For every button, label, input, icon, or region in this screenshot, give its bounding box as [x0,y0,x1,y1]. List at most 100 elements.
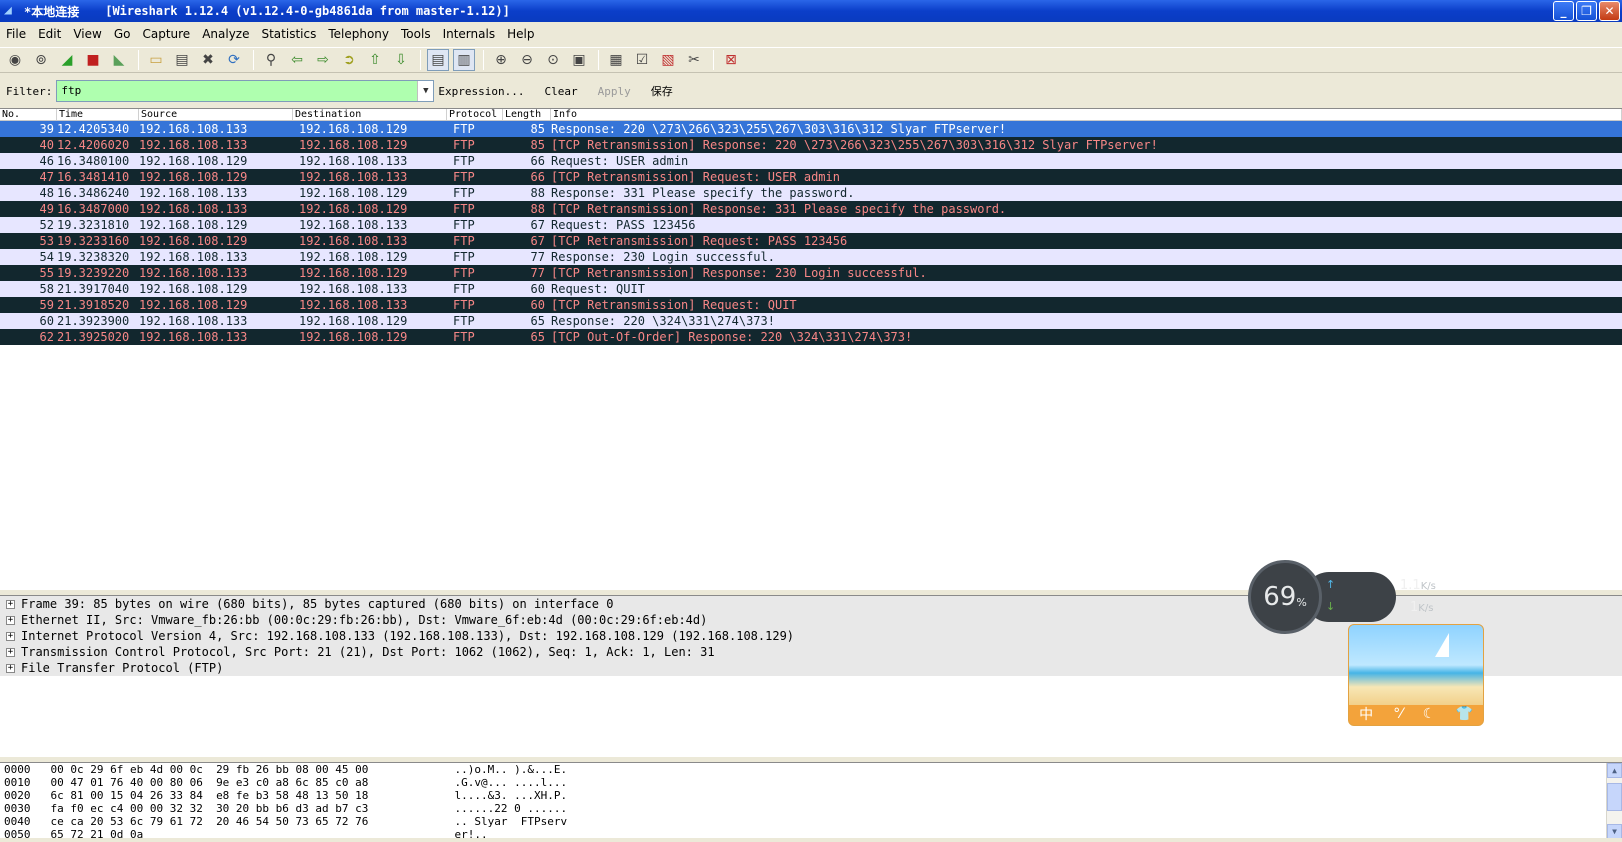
interfaces-icon[interactable]: ◉ [4,49,26,71]
scroll-up-icon[interactable]: ▲ [1607,763,1622,778]
close-file-icon[interactable]: ✖ [197,49,219,71]
open-file-icon[interactable]: ▭ [145,49,167,71]
packet-bytes-pane[interactable]: 0000 00 0c 29 6f eb 4d 00 0c 29 fb 26 bb … [0,762,1622,838]
scroll-thumb[interactable] [1607,783,1622,811]
packet-source: 192.168.108.133 [139,202,248,216]
restore-button[interactable]: ❐ [1576,1,1597,21]
coloring-rules-icon[interactable]: ▧ [657,49,679,71]
colorize-icon[interactable]: ▤ [427,49,449,71]
column-header-info[interactable]: Info [551,109,1622,120]
menu-tools[interactable]: Tools [395,27,437,41]
packet-row[interactable]: 55 19.3239220 192.168.108.133 192.168.108.1… [0,265,1622,281]
chevron-down-icon[interactable]: ▼ [417,81,434,101]
preferences-icon[interactable]: ✂ [683,49,705,71]
save-file-icon[interactable]: ▤ [171,49,193,71]
packet-destination: 192.168.108.129 [299,330,408,344]
packet-row[interactable]: 62 21.3925020 192.168.108.133 192.168.108.1… [0,329,1622,345]
packet-length: 65 [530,314,545,328]
packet-row[interactable]: 60 21.3923900 192.168.108.133 192.168.108.1… [0,313,1622,329]
close-button[interactable]: ✕ [1599,1,1620,21]
packet-row[interactable]: 40 12.4206020 192.168.108.133 192.168.108.1… [0,137,1622,153]
menu-statistics[interactable]: Statistics [255,27,322,41]
expand-icon[interactable]: + [6,615,15,625]
ime-language-icon[interactable]: 中 [1359,704,1373,724]
restart-capture-icon[interactable]: ◣ [108,49,130,71]
zoom-in-icon[interactable]: ⊕ [490,49,512,71]
go-back-icon[interactable]: ⇦ [286,49,308,71]
reload-icon[interactable]: ⟳ [223,49,245,71]
expand-icon[interactable]: + [6,663,15,673]
go-forward-icon[interactable]: ⇨ [312,49,334,71]
menu-file[interactable]: File [0,27,32,41]
zoom-normal-icon[interactable]: ⊙ [542,49,564,71]
save-filter-button[interactable]: 保存 [651,83,673,99]
go-first-icon[interactable]: ⇧ [364,49,386,71]
scroll-down-icon[interactable]: ▼ [1607,824,1622,838]
display-filter-input[interactable]: ftp ▼ [56,80,435,102]
go-last-icon[interactable]: ⇩ [390,49,412,71]
network-monitor-widget[interactable]: ↑ 1.1K/s ↓ 1K/s 69% [1248,560,1436,634]
byte-rows: 0000 00 0c 29 6f eb 4d 00 0c 29 fb 26 bb … [0,763,1622,838]
column-header-time[interactable]: Time [57,109,139,120]
hex-row[interactable]: 0000 00 0c 29 6f eb 4d 00 0c 29 fb 26 bb … [0,763,1622,776]
clear-button[interactable]: Clear [544,85,577,98]
resize-columns-icon[interactable]: ▣ [568,49,590,71]
packet-row[interactable]: 39 12.4205340 192.168.108.133 192.168.108.1… [0,121,1622,137]
ime-punct-icon[interactable]: °⁄ [1393,706,1402,722]
packet-time: 12.4206020 [57,138,130,152]
menu-edit[interactable]: Edit [32,27,67,41]
apply-button[interactable]: Apply [598,85,631,98]
find-packet-icon[interactable]: ⚲ [260,49,282,71]
capture-options-icon[interactable]: ⊚ [30,49,52,71]
expand-icon[interactable]: + [6,631,15,641]
column-header-destination[interactable]: Destination [293,109,447,120]
hex-row[interactable]: 0050 65 72 21 0d 0a er!.. [0,828,1622,838]
hex-row[interactable]: 0040 ce ca 20 53 6c 79 61 72 20 46 54 50 … [0,815,1622,828]
start-capture-icon[interactable]: ◢ [56,49,78,71]
beach-theme-card[interactable]: 中 °⁄ ☾ 👕 [1348,624,1484,726]
hex-row[interactable]: 0020 6c 81 00 15 04 26 33 84 e8 fe b3 58 … [0,789,1622,802]
expression-button[interactable]: Expression... [438,85,524,98]
hex-row[interactable]: 0010 00 47 01 76 40 00 80 06 9e e3 c0 a8 … [0,776,1622,789]
column-header-protocol[interactable]: Protocol [447,109,503,120]
packet-no: 58 [39,282,54,296]
capture-filters-icon[interactable]: ▦ [605,49,627,71]
help-icon[interactable]: ⊠ [720,49,742,71]
menu-capture[interactable]: Capture [136,27,196,41]
column-header-source[interactable]: Source [139,109,293,120]
ime-shirt-icon[interactable]: 👕 [1455,706,1472,722]
minimize-button[interactable]: _ [1553,1,1574,21]
expand-icon[interactable]: + [6,647,15,657]
menu-help[interactable]: Help [501,27,540,41]
packet-list-pane[interactable]: No. Time Source Destination Protocol Len… [0,108,1622,590]
column-header-length[interactable]: Length [503,109,551,120]
zoom-out-icon[interactable]: ⊖ [516,49,538,71]
packet-row[interactable]: 53 19.3233160 192.168.108.129 192.168.108.1… [0,233,1622,249]
stop-capture-icon[interactable]: ■ [82,49,104,71]
packet-row[interactable]: 58 21.3917040 192.168.108.129 192.168.108.1… [0,281,1622,297]
packet-row[interactable]: 52 19.3231810 192.168.108.129 192.168.108.1… [0,217,1622,233]
go-to-packet-icon[interactable]: ➲ [338,49,360,71]
packet-row[interactable]: 49 16.3487000 192.168.108.133 192.168.108.1… [0,201,1622,217]
packet-destination: 192.168.108.129 [299,266,408,280]
menu-view[interactable]: View [67,27,107,41]
packet-row[interactable]: 48 16.3486240 192.168.108.133 192.168.108.1… [0,185,1622,201]
menu-telephony[interactable]: Telephony [322,27,395,41]
menu-go[interactable]: Go [108,27,137,41]
menu-analyze[interactable]: Analyze [196,27,255,41]
packet-row[interactable]: 47 16.3481410 192.168.108.129 192.168.108.1… [0,169,1622,185]
hex-row[interactable]: 0030 fa f0 ec c4 00 00 32 32 30 20 bb b6 … [0,802,1622,815]
ime-moon-icon[interactable]: ☾ [1423,706,1436,722]
auto-scroll-icon[interactable]: ▥ [453,49,475,71]
bytes-scrollbar[interactable]: ▲ ▼ [1606,763,1622,838]
expand-icon[interactable]: + [6,599,15,609]
display-filters-icon[interactable]: ☑ [631,49,653,71]
packet-source: 192.168.108.129 [139,170,248,184]
column-header-no[interactable]: No. [0,109,57,120]
packet-no: 52 [39,218,54,232]
filter-label: Filter: [6,84,53,98]
packet-row[interactable]: 46 16.3480100 192.168.108.129 192.168.108.1… [0,153,1622,169]
menu-internals[interactable]: Internals [437,27,502,41]
packet-row[interactable]: 59 21.3918520 192.168.108.129 192.168.108.1… [0,297,1622,313]
packet-row[interactable]: 54 19.3238320 192.168.108.133 192.168.108.1… [0,249,1622,265]
